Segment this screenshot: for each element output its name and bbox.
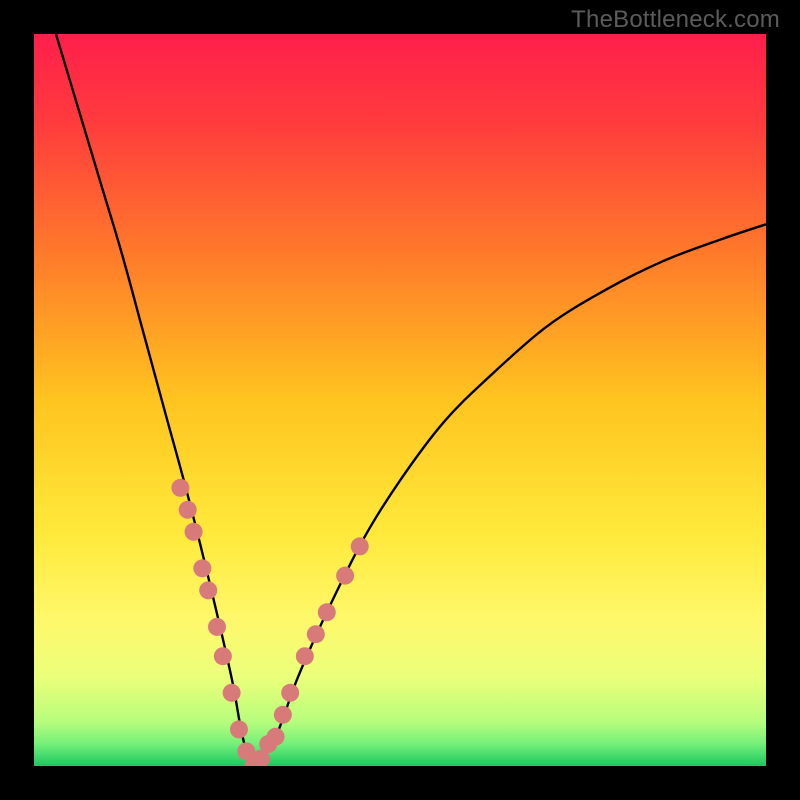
marker-dot [214,647,232,665]
marker-dot [351,537,369,555]
chart-svg [34,34,766,766]
marker-dot [281,684,299,702]
gradient-background [34,34,766,766]
marker-dot [274,706,292,724]
marker-dot [199,581,217,599]
marker-dot [230,720,248,738]
marker-dot [179,501,197,519]
marker-dot [307,625,325,643]
marker-dot [267,728,285,746]
marker-dot [296,647,314,665]
marker-dot [208,618,226,636]
marker-dot [223,684,241,702]
marker-dot [185,523,203,541]
marker-dot [193,559,211,577]
watermark-text: TheBottleneck.com [571,6,780,34]
marker-dot [171,479,189,497]
marker-dot [336,567,354,585]
marker-dot [318,603,336,621]
chart-frame: TheBottleneck.com [0,0,800,800]
plot-area [34,34,766,766]
